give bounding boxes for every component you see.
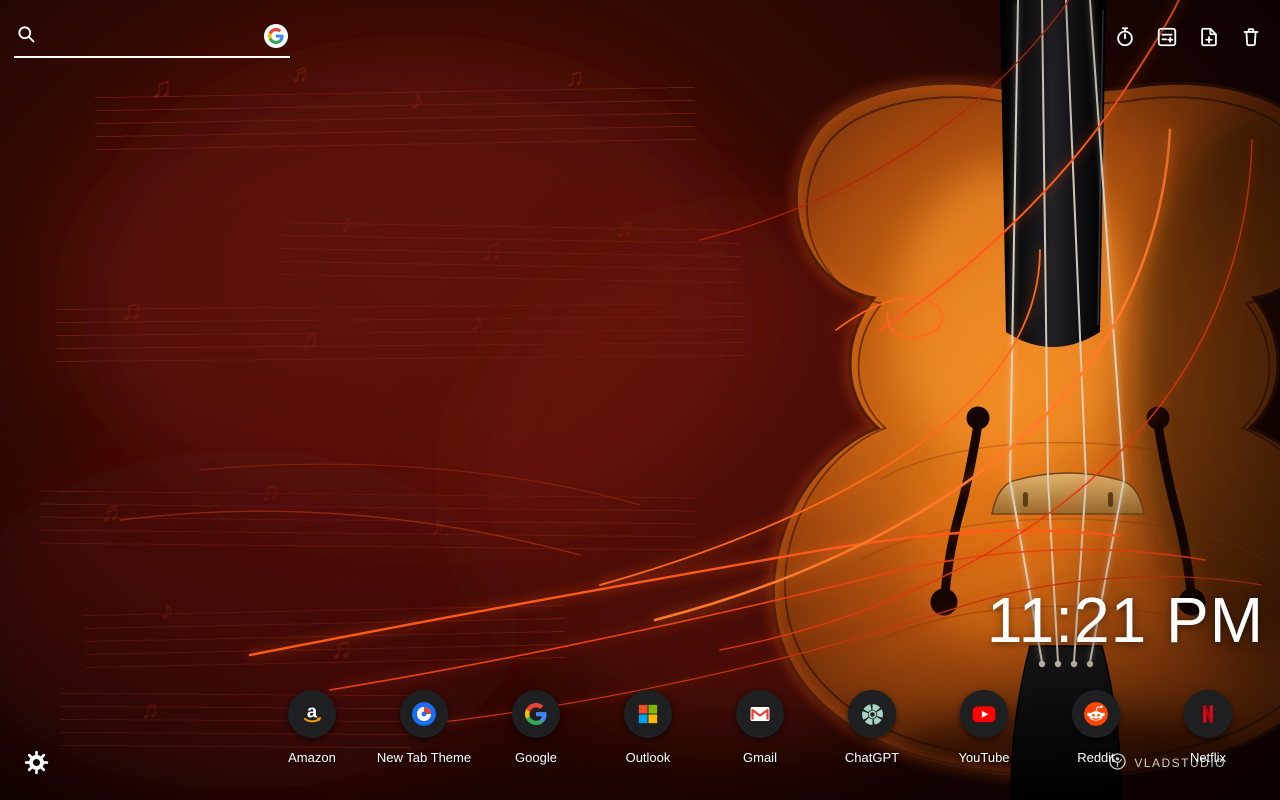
clock: 11:21 PM <box>986 584 1264 656</box>
shortcut-label: New Tab Theme <box>376 750 472 765</box>
chatgpt-icon <box>848 690 896 738</box>
amazon-icon: a <box>288 690 336 738</box>
shortcut-chatgpt[interactable]: ChatGPT <box>816 690 928 765</box>
shortcut-new-tab-theme[interactable]: New Tab Theme <box>368 690 480 765</box>
shortcut-label: Gmail <box>743 750 777 765</box>
shortcut-label: Amazon <box>288 750 336 765</box>
shortcut-gmail[interactable]: Gmail <box>704 690 816 765</box>
watermark-text: VLADSTUDIO <box>1134 756 1226 770</box>
svg-text:a: a <box>307 701 318 721</box>
new-tab-theme-icon <box>400 690 448 738</box>
wallpaper: ♫ ♬ ♪ ♫ ♪ ♫ ♬ ♫ ♬ ♪ ♬ ♫ ♪ ♪ ♫ ♬ <box>0 0 1280 800</box>
violin-art <box>0 0 1280 800</box>
settings-gear-button[interactable] <box>24 750 49 778</box>
gmail-icon <box>736 690 784 738</box>
trash-icon[interactable] <box>1238 24 1264 50</box>
shortcut-outlook[interactable]: Outlook <box>592 690 704 765</box>
search-input[interactable] <box>44 26 256 46</box>
shortcut-google[interactable]: Google <box>480 690 592 765</box>
vladstudio-watermark: VLADSTUDIO <box>1108 752 1226 774</box>
google-icon <box>512 690 560 738</box>
shortcut-amazon[interactable]: a Amazon <box>256 690 368 765</box>
shortcut-label: Google <box>515 750 557 765</box>
outlook-icon <box>624 690 672 738</box>
vladstudio-logo-icon <box>1108 752 1127 774</box>
timer-icon[interactable] <box>1112 24 1138 50</box>
shortcut-label: ChatGPT <box>844 750 900 765</box>
google-logo <box>264 24 288 48</box>
shortcut-label: Outlook <box>625 750 671 765</box>
search-icon <box>16 24 36 49</box>
reddit-icon <box>1072 690 1120 738</box>
customize-shortcuts-icon[interactable] <box>1154 24 1180 50</box>
netflix-icon <box>1184 690 1232 738</box>
topbar-actions <box>1112 24 1264 50</box>
add-shortcut-icon[interactable] <box>1196 24 1222 50</box>
search-bar[interactable] <box>14 20 290 58</box>
shortcut-label: YouTube <box>958 750 1010 765</box>
shortcut-youtube[interactable]: YouTube <box>928 690 1040 765</box>
youtube-icon <box>960 690 1008 738</box>
